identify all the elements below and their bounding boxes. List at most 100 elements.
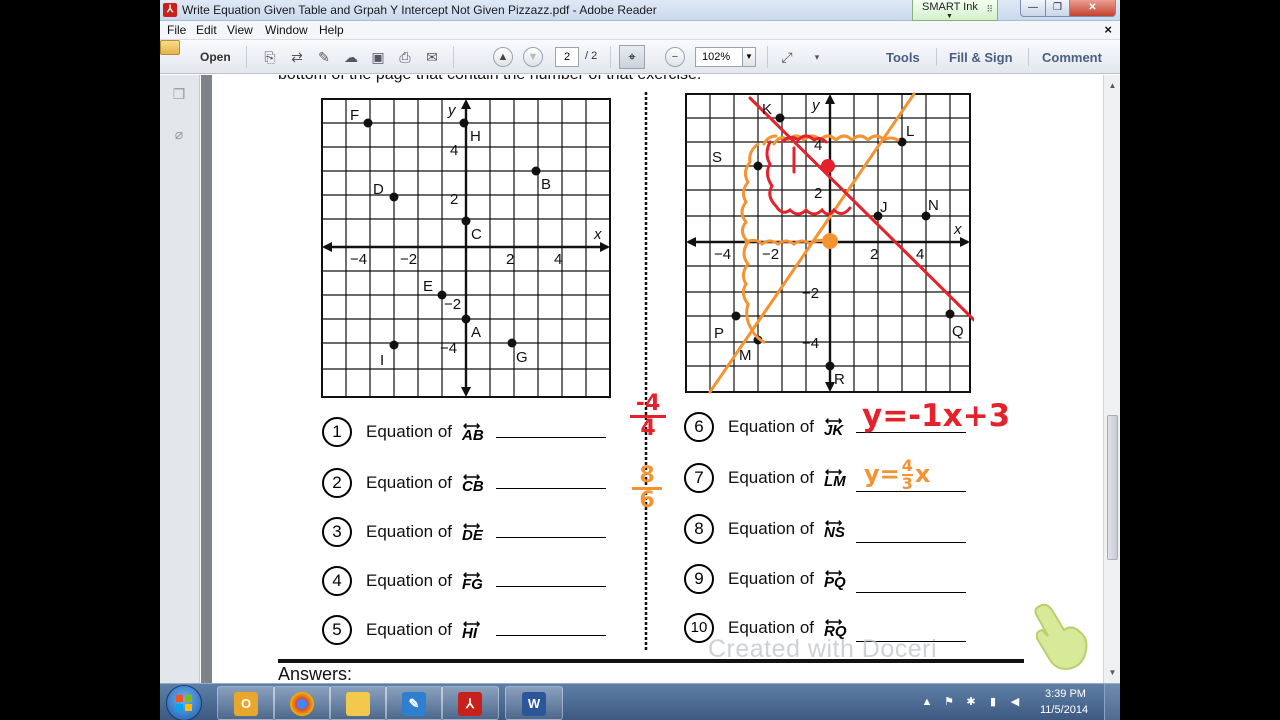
action-center-flag-icon[interactable]: ⚑ [942,695,956,709]
toolbar-separator [767,46,768,68]
maximize-button[interactable]: ❐ [1045,0,1070,17]
answer-blank [496,586,606,587]
point-label-i: I [380,352,384,369]
select-cursor-icon[interactable]: ⌖ [619,45,645,69]
minimize-button[interactable]: — [1020,0,1046,17]
document-viewport[interactable]: bottom of the page that contain the numb… [201,75,1103,683]
segment-name: ⟷ AB [462,419,484,444]
handwritten-answer-7: y= 4 3 x [864,456,931,493]
taskbar-smart-notebook[interactable]: ✎ [385,686,443,720]
windows-taskbar: O ✎ ⅄ W ▲ ⚑ ✱ ▮ ◀ 3:39 PM 11/5/2014 [160,683,1120,720]
exercise-number: 6 [684,412,714,442]
scroll-thumb[interactable] [1107,415,1118,560]
segment-name: ⟷ JK [824,414,844,439]
toolbar-separator [610,46,611,68]
zoom-level-input[interactable]: 102% [695,47,743,67]
exercise-number: 5 [322,615,352,645]
bluetooth-icon[interactable]: ✱ [964,695,978,709]
taskbar-file-explorer[interactable] [329,686,387,720]
print-icon[interactable]: ⎙ [396,48,414,66]
answer-blank [496,437,606,438]
next-page-button[interactable]: ▼ [523,47,543,67]
toolbar-separator [936,48,937,66]
fit-page-icon[interactable]: ⤢ [778,48,796,66]
answer-blank [856,542,966,543]
y-tick-label: 4 [450,142,458,159]
network-signal-icon[interactable]: ▮ [986,695,1000,709]
menu-file[interactable]: File [167,23,186,37]
grip-icon[interactable]: ⠿ [986,2,993,16]
answer-blank [496,488,606,489]
equation-label: Equation of [366,522,453,541]
adobe-reader-icon: ⅄ [163,3,177,17]
pdf-page: bottom of the page that contain the numb… [212,75,1103,683]
toolbar-options-icon[interactable]: ▾ [808,48,826,66]
show-hidden-icons[interactable]: ▲ [920,695,934,709]
x-tick-label: −2 [762,246,779,263]
menu-edit[interactable]: Edit [196,23,217,37]
clock-time[interactable]: 3:39 PM [1045,688,1086,700]
point-label-e: E [423,278,433,295]
answer-blank [496,537,606,538]
windows-logo-icon [176,695,192,711]
taskbar-chrome[interactable] [273,686,331,720]
folder-icon[interactable] [160,40,180,55]
chrome-icon [290,692,314,716]
y-tick-label: −4 [802,335,819,352]
menu-help[interactable]: Help [319,23,344,37]
menu-bar: File Edit View Window Help × [160,21,1120,40]
smart-ink-toolbar[interactable]: SMART Ink ▼ ⠿ [912,0,998,21]
equation-row-4: 4 Equation of ⟷ FG [322,566,622,600]
attachments-paperclip-icon[interactable]: ⌀ [170,125,188,143]
point-label-n: N [928,197,939,214]
x-axis-label: x [953,221,962,238]
comment-pane-button[interactable]: Comment [1042,50,1102,65]
point-label-q: Q [952,323,964,340]
taskbar-word[interactable]: W [505,686,563,720]
clock-date[interactable]: 11/5/2014 [1040,704,1088,716]
scroll-up-icon[interactable]: ▲ [1106,79,1119,92]
page-number-input[interactable]: 2 [555,47,579,67]
page-thumbnails-icon[interactable]: ❐ [170,85,188,103]
volume-icon[interactable]: ◀ [1008,695,1022,709]
scroll-down-icon[interactable]: ▼ [1106,666,1119,679]
taskbar-outlook[interactable]: O [217,686,275,720]
edit-pdf-icon[interactable]: ✎ [315,48,333,66]
x-tick-label: −4 [350,251,367,268]
point-label-a: A [471,324,481,341]
zoom-dropdown-icon[interactable]: ▼ [742,47,756,67]
close-window-button[interactable]: ✕ [1069,0,1116,17]
exercise-number: 8 [684,514,714,544]
segment-name: ⟷ LM [824,465,846,490]
export-icon[interactable]: ⇄ [288,48,306,66]
segment-name: ⟷ FG [462,568,483,593]
close-document-button[interactable]: × [1104,22,1112,37]
fill-sign-pane-button[interactable]: Fill & Sign [949,50,1013,65]
taskbar-adobe-reader[interactable]: ⅄ [441,686,499,720]
equation-label: Equation of [366,571,453,590]
equation-label: Equation of [366,473,453,492]
email-icon[interactable]: ✉ [423,48,441,66]
open-button[interactable]: Open [200,50,231,64]
menu-view[interactable]: View [227,23,253,37]
margin-slope-red: -4 4 [630,393,666,440]
vertical-scrollbar[interactable]: ▲ ▼ [1103,75,1120,683]
equation-label: Equation of [728,569,815,588]
create-pdf-icon[interactable]: ⎘ [261,48,279,66]
menu-window[interactable]: Window [265,23,308,37]
instruction-text: bottom of the page that contain the numb… [278,75,701,84]
previous-page-button[interactable]: ▲ [493,47,513,67]
tools-pane-button[interactable]: Tools [886,50,920,65]
upload-cloud-icon[interactable]: ☁ [342,48,360,66]
point-label-f: F [350,107,359,124]
zoom-out-button[interactable]: − [665,47,685,67]
save-icon[interactable]: ▣ [369,48,387,66]
window-title: Write Equation Given Table and Grpah Y I… [182,3,657,17]
x-tick-label: 4 [916,246,924,263]
show-desktop-button[interactable] [1104,684,1120,720]
x-tick-label: 2 [870,246,878,263]
point-label-m: M [739,347,752,364]
y-axis-label: y [811,97,821,114]
smart-ink-dropdown-icon[interactable]: ▼ [946,13,953,20]
start-button[interactable] [166,685,202,720]
